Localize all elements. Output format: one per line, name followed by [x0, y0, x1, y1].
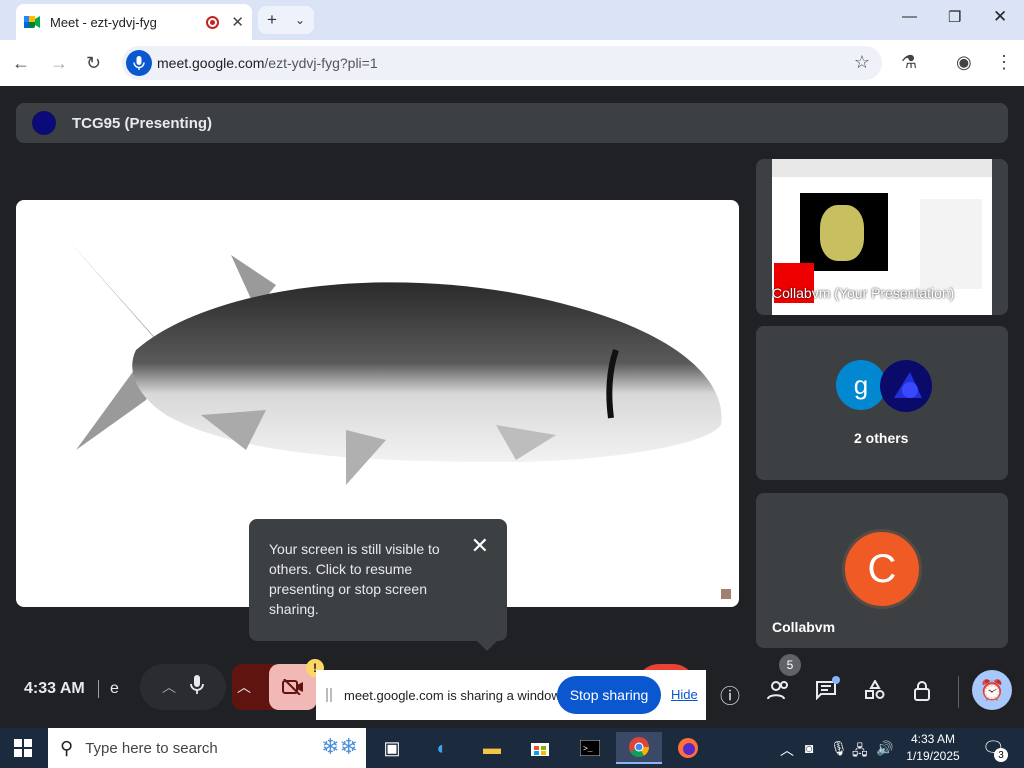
close-tooltip-icon[interactable]: ✕ — [471, 535, 489, 557]
meeting-code: e — [110, 680, 119, 697]
snowflake-icon: ❄❄ — [321, 734, 358, 759]
meet-control-bar: 4:33 AM e ︿ ︿ ! meet.google.com is shari… — [0, 654, 1024, 728]
screen-visible-tooltip[interactable]: Your screen is still visible to others. … — [249, 519, 507, 651]
clock-date: 1/19/2025 — [906, 749, 960, 763]
windows-taskbar: ⚲ Type here to search ❄❄ ▣ ◐ ▬ >_ ︿ ◙ 🎙 … — [0, 728, 1024, 768]
tooltip-message: Your screen is still visible to others. … — [269, 541, 440, 617]
svg-text:>_: >_ — [583, 745, 593, 754]
notification-center-icon[interactable]: 🗨 3 — [982, 738, 1008, 762]
hide-sharing-bar-link[interactable]: Hide — [671, 687, 698, 702]
firefox-icon[interactable] — [668, 732, 708, 764]
clock-time: 4:33 AM — [910, 732, 956, 746]
meeting-time: 4:33 AM — [24, 680, 85, 697]
others-label: 2 others — [854, 430, 909, 446]
edge-icon[interactable]: ◐ — [422, 732, 462, 764]
new-tab-button[interactable]: + — [267, 10, 277, 30]
bookmark-star-icon[interactable]: ☆ — [854, 52, 870, 73]
forward-button[interactable]: → — [50, 53, 68, 74]
others-avatar-image — [880, 360, 932, 412]
recording-indicator-icon — [206, 15, 220, 29]
notification-count: 3 — [994, 748, 1008, 762]
tab-actions: + ⌄ — [258, 6, 314, 34]
url-text: meet.google.com/ezt-ydvj-fyg?pli=1 — [157, 55, 378, 71]
screen-sharing-bar: meet.google.com is sharing a window. Sto… — [316, 670, 706, 720]
chat-icon[interactable] — [815, 680, 837, 706]
tray-microphone-icon[interactable]: 🎙 — [830, 740, 848, 757]
audio-control-group: ︿ — [140, 664, 226, 710]
google-meet-icon — [24, 15, 40, 29]
screen: Meet - ezt-ydvj-fyg ✕ + ⌄ — ❐ ✕ ← → ↻ me… — [0, 0, 1024, 768]
volume-icon[interactable]: 🔊 — [876, 740, 893, 757]
task-view-icon[interactable]: ▣ — [372, 732, 412, 764]
tray-camera-icon[interactable]: ◙ — [805, 740, 813, 756]
reload-button[interactable]: ↻ — [86, 53, 101, 74]
close-window-button[interactable]: ✕ — [993, 7, 1007, 27]
presentation-tile-label: Collabvm (Your Presentation) — [772, 285, 955, 301]
tab-title: Meet - ezt-ydvj-fyg — [50, 14, 157, 30]
network-icon[interactable]: 🖧 — [852, 740, 868, 764]
host-controls-lock-icon[interactable] — [913, 680, 933, 708]
minimize-window-button[interactable]: — — [902, 8, 917, 25]
others-avatar-g: g — [836, 360, 886, 410]
browser-tab-bar: Meet - ezt-ydvj-fyg ✕ + ⌄ — ❐ ✕ — [0, 0, 1024, 40]
drag-handle-icon[interactable] — [326, 688, 332, 702]
tab-search-button[interactable]: ⌄ — [295, 13, 305, 27]
file-explorer-icon[interactable]: ▬ — [472, 732, 512, 764]
stage-mini-thumbnail — [721, 589, 731, 599]
microphone-button[interactable] — [190, 674, 204, 700]
sharing-message: meet.google.com is sharing a window. — [344, 687, 564, 703]
activities-icon[interactable] — [865, 678, 885, 706]
browser-tab-meet[interactable]: Meet - ezt-ydvj-fyg ✕ — [16, 4, 252, 40]
presentation-tile[interactable]: Collabvm (Your Presentation) — [756, 159, 1008, 315]
back-button[interactable]: ← — [12, 53, 30, 74]
presenter-avatar — [32, 111, 56, 135]
audio-options-chevron-icon[interactable]: ︿ — [162, 677, 176, 697]
windows-start-icon[interactable] — [14, 739, 32, 757]
taskbar-search-box[interactable]: ⚲ Type here to search ❄❄ — [48, 728, 366, 768]
people-count-badge: 5 — [779, 654, 801, 676]
divider — [98, 680, 99, 698]
meet-area: TCG95 (Presenting) Collabvm (Your Presen… — [0, 86, 1024, 728]
show-hidden-icons-chevron[interactable]: ︿ — [780, 740, 794, 760]
self-tile[interactable]: C Collabvm — [756, 493, 1008, 648]
terminal-icon[interactable]: >_ — [570, 732, 610, 764]
divider — [958, 676, 959, 708]
taskbar-clock[interactable]: 4:33 AM 1/19/2025 — [896, 731, 970, 765]
close-tab-icon[interactable]: ✕ — [231, 13, 244, 31]
video-options-chevron-icon[interactable]: ︿ — [237, 677, 251, 697]
meeting-info-icon[interactable]: ⓘ — [720, 680, 740, 709]
presenter-bar: TCG95 (Presenting) — [16, 103, 1008, 143]
presenter-name: TCG95 (Presenting) — [72, 115, 213, 132]
restore-window-button[interactable]: ❐ — [948, 8, 961, 26]
tooltip-notch — [477, 641, 497, 651]
alarm-clock-icon[interactable]: ⏰ — [972, 670, 1012, 710]
self-avatar: C — [842, 529, 922, 609]
store-icon[interactable] — [520, 732, 560, 764]
self-name-label: Collabvm — [772, 619, 836, 635]
browser-toolbar: ← → ↻ meet.google.com/ezt-ydvj-fyg?pli=1… — [0, 40, 1024, 86]
profile-icon[interactable]: ◉ — [956, 52, 972, 73]
people-icon[interactable] — [767, 680, 791, 706]
microphone-in-use-icon[interactable] — [126, 50, 152, 76]
search-placeholder: Type here to search — [85, 739, 218, 757]
chat-unread-dot — [832, 676, 840, 684]
stop-sharing-button[interactable]: Stop sharing — [557, 676, 661, 714]
others-tile[interactable]: g 2 others — [756, 326, 1008, 480]
search-icon: ⚲ — [60, 737, 74, 758]
labs-flask-icon[interactable]: ⚗ — [901, 52, 917, 73]
address-bar[interactable]: meet.google.com/ezt-ydvj-fyg?pli=1 ☆ — [122, 46, 882, 80]
menu-kebab-icon[interactable]: ⋮ — [995, 52, 1013, 73]
chrome-icon[interactable] — [616, 732, 662, 764]
